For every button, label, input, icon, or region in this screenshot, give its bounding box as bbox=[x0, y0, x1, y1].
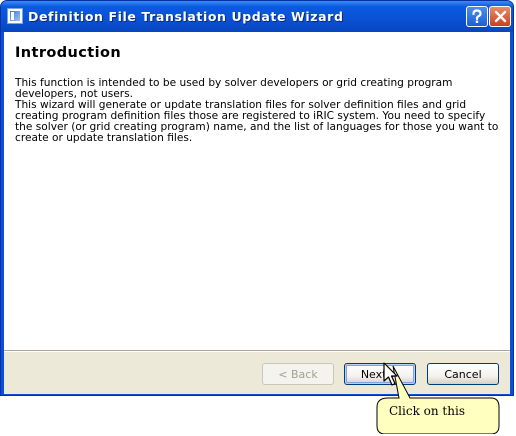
wizard-page: Introduction This function is intended t… bbox=[4, 32, 510, 350]
close-icon bbox=[494, 10, 506, 23]
pointer-arrow-icon bbox=[383, 362, 398, 386]
page-title: Introduction bbox=[15, 45, 122, 61]
intro-line: creating program definition files those … bbox=[15, 109, 486, 122]
callout-text: Click on this bbox=[389, 404, 465, 418]
intro-line: create or update translation files. bbox=[15, 131, 193, 144]
help-button[interactable] bbox=[466, 6, 488, 27]
help-icon bbox=[472, 9, 482, 23]
dialog-body: Introduction This function is intended t… bbox=[4, 32, 510, 394]
intro-text: This function is intended to be used by … bbox=[15, 78, 503, 143]
wizard-window: Definition File Translation Update Wizar… bbox=[0, 0, 514, 396]
app-icon bbox=[7, 8, 23, 24]
intro-line: the solver (or grid creating program) na… bbox=[15, 120, 499, 133]
close-button[interactable] bbox=[489, 6, 511, 27]
window-title: Definition File Translation Update Wizar… bbox=[28, 9, 344, 24]
back-button-label: < Back bbox=[278, 367, 318, 381]
button-separator bbox=[4, 350, 510, 352]
back-button[interactable]: < Back bbox=[262, 363, 334, 385]
title-bar[interactable]: Definition File Translation Update Wizar… bbox=[1, 1, 513, 32]
